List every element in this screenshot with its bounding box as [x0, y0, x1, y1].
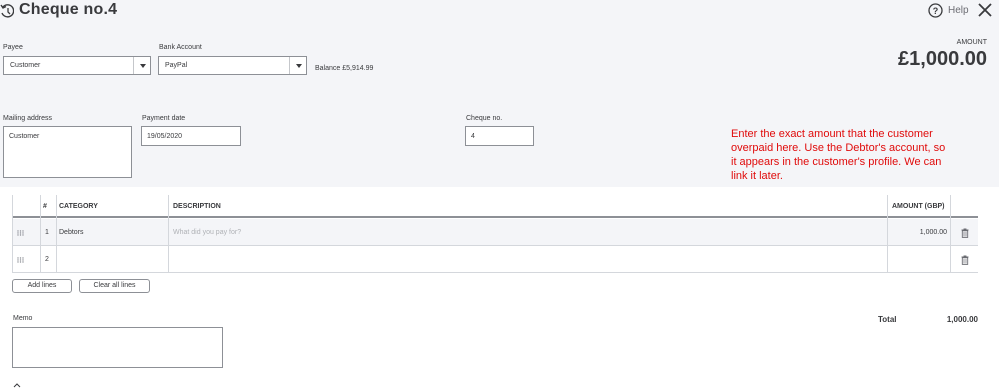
table-divider	[950, 195, 951, 273]
mailing-address-value: Customer	[9, 133, 40, 140]
table-divider	[12, 195, 13, 273]
cheque-no-label: Cheque no.	[466, 115, 503, 122]
clear-all-lines-button[interactable]: Clear all lines	[79, 279, 150, 293]
drag-handle-icon[interactable]	[17, 257, 24, 263]
table-header: # CATEGORY DESCRIPTION AMOUNT (GBP)	[12, 195, 978, 218]
amount-label: AMOUNT	[956, 39, 987, 46]
table-divider	[40, 195, 41, 273]
total-label: Total	[878, 315, 897, 324]
mailing-address-label: Mailing address	[3, 115, 53, 122]
chevron-up-icon[interactable]	[13, 383, 21, 388]
amount-value: £1,000.00	[898, 48, 987, 70]
chevron-down-icon[interactable]	[289, 57, 306, 74]
help-label[interactable]: Help	[948, 5, 969, 16]
row-number: 2	[45, 256, 49, 263]
mailing-address-field[interactable]: Customer	[3, 126, 132, 178]
table-row[interactable]: 1 Debtors What did you pay for? 1,000.00	[12, 219, 978, 246]
bank-account-value: PayPal	[165, 62, 188, 69]
column-amount: AMOUNT (GBP)	[892, 203, 945, 210]
svg-text:?: ?	[933, 6, 939, 16]
payee-select[interactable]: Customer	[3, 56, 151, 75]
trash-icon[interactable]	[961, 255, 969, 265]
instruction-note: Enter the exact amount that the customer…	[731, 128, 946, 182]
payee-value: Customer	[10, 62, 41, 69]
add-lines-button[interactable]: Add lines	[12, 279, 72, 293]
close-icon[interactable]	[977, 2, 993, 18]
payment-date-value: 19/05/2020	[147, 133, 183, 140]
table-row[interactable]: 2	[12, 246, 978, 273]
row-number: 1	[45, 229, 49, 236]
row-category[interactable]: Debtors	[59, 229, 84, 236]
bank-account-select[interactable]: PayPal	[158, 56, 307, 75]
chevron-down-icon[interactable]	[133, 57, 150, 74]
history-icon[interactable]	[0, 3, 14, 19]
row-description-placeholder[interactable]: What did you pay for?	[173, 229, 241, 236]
total-value: 1,000.00	[946, 315, 978, 324]
help-icon[interactable]: ?	[928, 3, 943, 18]
payment-date-label: Payment date	[142, 115, 186, 122]
row-amount[interactable]: 1,000.00	[920, 229, 947, 236]
payment-date-field[interactable]: 19/05/2020	[141, 126, 241, 146]
page-title: Cheque no.4	[19, 1, 118, 18]
table-divider	[887, 195, 888, 273]
bank-balance: Balance £5,914.99	[315, 65, 374, 72]
memo-field[interactable]	[12, 327, 223, 368]
table-divider	[56, 195, 57, 273]
column-description: DESCRIPTION	[173, 203, 221, 210]
memo-label: Memo	[13, 315, 33, 322]
bank-account-label: Bank Account	[159, 44, 202, 51]
column-number: #	[43, 203, 47, 210]
payee-label: Payee	[3, 44, 23, 51]
cheque-no-field[interactable]: 4	[465, 126, 534, 146]
column-category: CATEGORY	[59, 203, 98, 210]
trash-icon[interactable]	[961, 228, 969, 238]
cheque-no-value: 4	[471, 133, 475, 140]
table-divider	[168, 195, 169, 273]
drag-handle-icon[interactable]	[17, 230, 24, 236]
